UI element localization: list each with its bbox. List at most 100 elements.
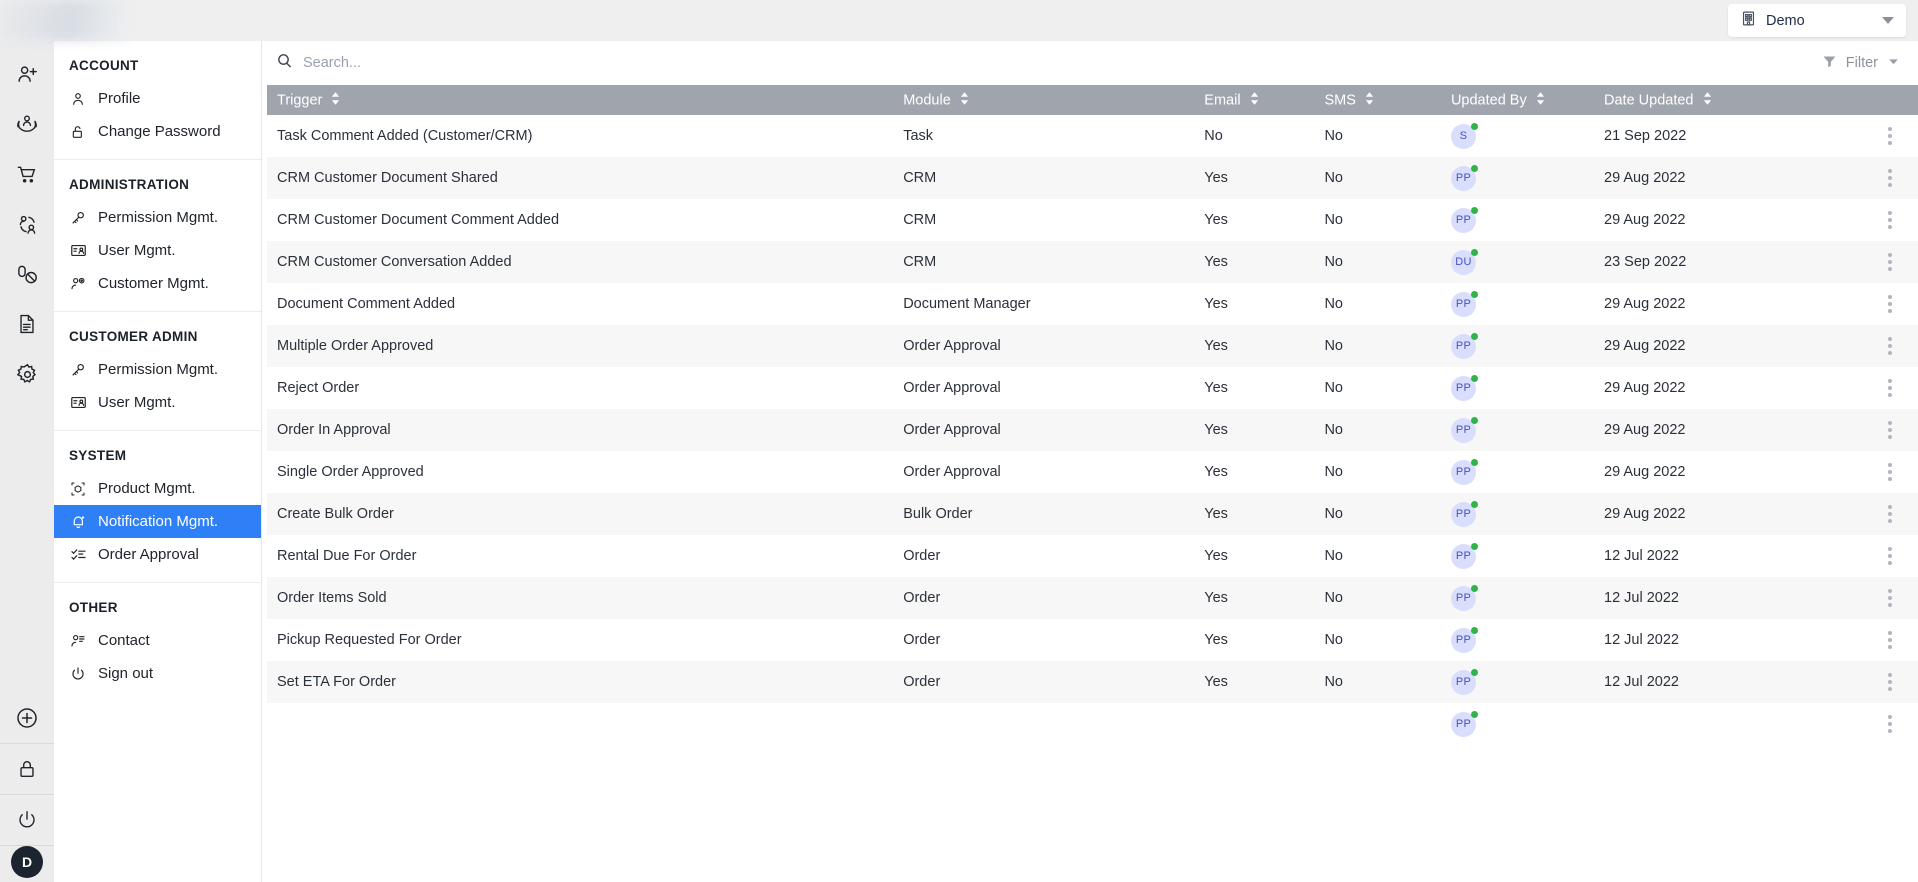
- add-circle-icon[interactable]: [0, 693, 54, 743]
- kebab-menu-icon[interactable]: [1857, 295, 1918, 313]
- sidebar-item-order-approval[interactable]: Order Approval: [54, 538, 261, 571]
- cell-sms: No: [1324, 212, 1343, 228]
- pills-icon[interactable]: [0, 249, 54, 299]
- column-header-updated-by[interactable]: Updated By: [1440, 85, 1595, 115]
- cell-email: Yes: [1204, 338, 1228, 354]
- kebab-menu-icon[interactable]: [1857, 673, 1918, 691]
- user-group-icon[interactable]: [0, 199, 54, 249]
- avatar[interactable]: PP: [1450, 710, 1478, 737]
- filter-button[interactable]: Filter: [1822, 54, 1900, 73]
- table-row[interactable]: Set ETA For Order Order Yes No PP 12 Jul 2022: [267, 661, 1918, 703]
- sidebar-item-profile[interactable]: Profile: [54, 82, 261, 115]
- sidebar-item-user-mgmt[interactable]: User Mgmt.: [54, 234, 261, 267]
- sidebar-item-permission-mgmt[interactable]: Permission Mgmt.: [54, 201, 261, 234]
- column-header-trigger[interactable]: Trigger: [267, 85, 894, 115]
- lock-icon[interactable]: [0, 744, 54, 794]
- table-row[interactable]: Pickup Requested For Order Order Yes No PP 12…: [267, 619, 1918, 661]
- sidebar-nav: ACCOUNT Profile Change Password ADMINIST…: [54, 41, 262, 882]
- cell-module: CRM: [903, 212, 937, 228]
- cell-module: CRM: [903, 170, 937, 186]
- avatar[interactable]: PP: [1450, 164, 1478, 191]
- sidebar-group-system: SYSTEM Product Mgmt. Notification Mgmt. …: [54, 431, 261, 583]
- column-header-date-updated[interactable]: Date Updated: [1594, 85, 1848, 115]
- avatar[interactable]: PP: [1450, 416, 1478, 443]
- search-input[interactable]: [303, 55, 563, 71]
- kebab-menu-icon[interactable]: [1857, 379, 1918, 397]
- gear-icon[interactable]: [0, 349, 54, 399]
- sidebar-group-other: OTHER Contact Sign out: [54, 583, 261, 701]
- column-header-module[interactable]: Module: [893, 85, 1195, 115]
- avatar[interactable]: PP: [1450, 290, 1478, 317]
- avatar[interactable]: PP: [1450, 626, 1478, 653]
- table-row[interactable]: Reject Order Order Approval Yes No PP 29 Aug …: [267, 367, 1918, 409]
- table-row[interactable]: Order In Approval Order Approval Yes No PP 29…: [267, 409, 1918, 451]
- sidebar-group-customer-admin: CUSTOMER ADMIN Permission Mgmt. User Mgm…: [54, 312, 261, 431]
- avatar[interactable]: PP: [1450, 374, 1478, 401]
- sidebar-item-change-password[interactable]: Change Password: [54, 115, 261, 148]
- cell-trigger: Reject Order: [277, 380, 360, 396]
- avatar[interactable]: S: [1450, 122, 1478, 149]
- kebab-menu-icon[interactable]: [1857, 463, 1918, 481]
- avatar[interactable]: DU: [1450, 248, 1478, 275]
- kebab-menu-icon[interactable]: [1857, 631, 1918, 649]
- column-header-actions: [1847, 85, 1918, 115]
- power-icon[interactable]: [0, 795, 54, 845]
- contact-icon: [69, 632, 87, 650]
- kebab-menu-icon[interactable]: [1857, 211, 1918, 229]
- table-row[interactable]: PP: [267, 703, 1918, 745]
- sidebar-item-contact[interactable]: Contact: [54, 624, 261, 657]
- document-icon[interactable]: [0, 299, 54, 349]
- kebab-menu-icon[interactable]: [1857, 253, 1918, 271]
- user-avatar[interactable]: D: [11, 846, 43, 878]
- customer-care-icon[interactable]: [0, 99, 54, 149]
- cell-module: Task: [903, 128, 934, 144]
- kebab-menu-icon[interactable]: [1857, 169, 1918, 187]
- sidebar-group-title: OTHER: [69, 600, 118, 615]
- sidebar-item-customer-user-mgmt[interactable]: User Mgmt.: [54, 386, 261, 419]
- avatar[interactable]: PP: [1450, 500, 1478, 527]
- table-row[interactable]: Single Order Approved Order Approval Yes No…: [267, 451, 1918, 493]
- rail-top-icons: [0, 41, 54, 399]
- avatar[interactable]: PP: [1450, 458, 1478, 485]
- kebab-menu-icon[interactable]: [1857, 127, 1918, 145]
- add-user-icon[interactable]: [0, 49, 54, 99]
- kebab-menu-icon[interactable]: [1857, 547, 1918, 565]
- sidebar-item-customer-mgmt[interactable]: Customer Mgmt.: [54, 267, 261, 300]
- avatar[interactable]: PP: [1450, 584, 1478, 611]
- kebab-menu-icon[interactable]: [1857, 421, 1918, 439]
- icon-rail: D: [0, 41, 54, 882]
- avatar[interactable]: PP: [1450, 668, 1478, 695]
- table-row[interactable]: Order Items Sold Order Yes No PP 12 Jul 2022: [267, 577, 1918, 619]
- sidebar-item-customer-permission-mgmt[interactable]: Permission Mgmt.: [54, 353, 261, 386]
- kebab-menu-icon[interactable]: [1857, 715, 1918, 733]
- table-row[interactable]: Multiple Order Approved Order Approval Yes…: [267, 325, 1918, 367]
- table-row[interactable]: CRM Customer Conversation Added CRM Yes No D…: [267, 241, 1918, 283]
- table-row[interactable]: CRM Customer Document Shared CRM Yes No PP 29…: [267, 157, 1918, 199]
- avatar[interactable]: PP: [1450, 206, 1478, 233]
- table-row[interactable]: Rental Due For Order Order Yes No PP 12 Jul 2…: [267, 535, 1918, 577]
- search-box[interactable]: [276, 52, 1822, 74]
- column-header-email[interactable]: Email: [1194, 85, 1315, 115]
- column-header-sms[interactable]: SMS: [1314, 85, 1441, 115]
- cell-date-updated: 29 Aug 2022: [1604, 506, 1686, 522]
- table-row[interactable]: Create Bulk Order Bulk Order Yes No PP 29 Aug…: [267, 493, 1918, 535]
- sidebar-item-product-mgmt[interactable]: Product Mgmt.: [54, 472, 261, 505]
- cell-updated-by: PP: [1441, 451, 1594, 493]
- kebab-menu-icon[interactable]: [1857, 505, 1918, 523]
- table-row[interactable]: CRM Customer Document Comment Added CRM Ye…: [267, 199, 1918, 241]
- organization-selector[interactable]: Demo: [1728, 4, 1906, 37]
- sort-icon: [960, 91, 969, 109]
- table-row[interactable]: Document Comment Added Document Manager Ye…: [267, 283, 1918, 325]
- checklist-icon: [69, 546, 87, 564]
- avatar[interactable]: PP: [1450, 332, 1478, 359]
- avatar[interactable]: PP: [1450, 542, 1478, 569]
- shopping-cart-icon[interactable]: [0, 149, 54, 199]
- table-row[interactable]: Task Comment Added (Customer/CRM) Task No N…: [267, 115, 1918, 157]
- cell-actions: [1847, 199, 1918, 241]
- sidebar-item-sign-out[interactable]: Sign out: [54, 657, 261, 690]
- sidebar-item-notification-mgmt[interactable]: Notification Mgmt.: [54, 505, 261, 538]
- cell-trigger: Pickup Requested For Order: [277, 632, 462, 648]
- kebab-menu-icon[interactable]: [1857, 337, 1918, 355]
- cell-updated-by: PP: [1441, 493, 1594, 535]
- kebab-menu-icon[interactable]: [1857, 589, 1918, 607]
